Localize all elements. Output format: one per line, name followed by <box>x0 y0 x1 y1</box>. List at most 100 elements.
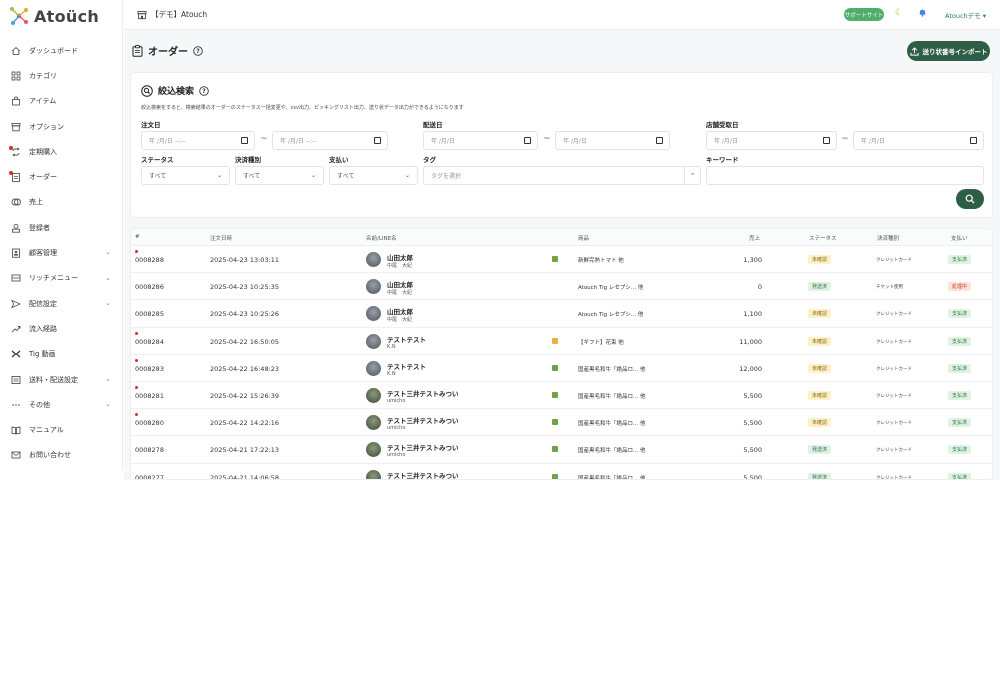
sidebar-item-16[interactable]: お問い合わせ <box>0 443 122 468</box>
sidebar-item-label: 売上 <box>29 198 43 207</box>
help-icon[interactable]: ? <box>193 45 203 56</box>
sidebar-item-15[interactable]: マニュアル <box>0 417 122 442</box>
order-id[interactable]: 0008285 <box>135 310 164 318</box>
calendar-icon <box>823 137 830 144</box>
col-payment-type[interactable]: 決済種別 <box>877 234 899 242</box>
sidebar-item-4[interactable]: 定期購入 <box>0 139 122 164</box>
table-row[interactable]: 0008278 2025-04-21 17:22:13 テスト三井テストみつい umi… <box>131 436 992 464</box>
sidebar-item-8[interactable]: 顧客管理 ⌄ <box>0 240 122 265</box>
video-icon <box>11 349 21 359</box>
delivery-date-to-input[interactable]: 年 /月/日 <box>555 131 670 150</box>
customer-name[interactable]: テスト三井テストみつい <box>387 415 459 425</box>
order-id[interactable]: 0008286 <box>135 283 164 291</box>
search-button[interactable] <box>956 189 984 209</box>
table-row[interactable]: 0008281 2025-04-22 15:26:39 テスト三井テストみつい umi… <box>131 382 992 410</box>
svg-text:?: ? <box>202 88 206 95</box>
payment-method: クレジットカード <box>876 339 912 345</box>
order-date-label: 注文日 <box>141 121 161 129</box>
order-date-to-input[interactable]: 年 /月/日 --:-- <box>272 131 388 150</box>
sidebar-item-13[interactable]: 送料・配送設定 ⌄ <box>0 367 122 392</box>
page-header: オーダー ? <box>132 43 203 58</box>
payment-select-value: すべて <box>337 173 355 180</box>
send-icon <box>11 299 21 309</box>
table-row[interactable]: 0008285 2025-04-23 10:25:26 山田太郎 中尾 大紀 Atouc… <box>131 300 992 328</box>
customer-name[interactable]: テスト三井テストみつい <box>387 442 459 452</box>
sidebar-item-3[interactable]: オプション <box>0 114 122 139</box>
chevron-down-icon: ⌄ <box>105 248 111 257</box>
status-select[interactable]: すべて ⌄ <box>141 166 230 185</box>
customer-name[interactable]: 山田太郎 <box>387 279 413 289</box>
calendar-icon <box>970 137 977 144</box>
pickup-date-to-input[interactable]: 年 /月/日 <box>853 131 984 150</box>
sidebar-nav: ダッシュボード カテゴリ アイテム オプション 定期購入 オーダー売上登録者顧客管理 ⌄ リッ… <box>0 38 122 468</box>
sidebar-item-5[interactable]: オーダー <box>0 164 122 189</box>
table-row[interactable]: 0008288 2025-04-23 13:03:11 山田太郎 中尾 大紀 新鮮完熟ト… <box>131 246 992 274</box>
sidebar-item-14[interactable]: その他 ⌄ <box>0 392 122 417</box>
order-id[interactable]: 0008278 <box>135 446 164 454</box>
order-id[interactable]: 0008280 <box>135 419 164 427</box>
sidebar-item-0[interactable]: ダッシュボード <box>0 38 122 63</box>
col-id[interactable]: # <box>135 234 140 240</box>
user-menu[interactable]: Atouchデモ ▾ <box>945 10 986 20</box>
customer-name[interactable]: 山田太郎 <box>387 252 413 262</box>
customer-name[interactable]: テストテスト <box>387 334 426 344</box>
col-date[interactable]: 注文日時 <box>210 234 232 242</box>
status-label: ステータス <box>141 156 174 164</box>
grid-icon <box>11 71 21 81</box>
customer-name[interactable]: テストテスト <box>387 361 426 371</box>
product-name: 国産黒毛和牛「絶品ロ... 他 <box>578 448 646 455</box>
pickup-date-tilde: ~ <box>841 134 849 144</box>
customer-name[interactable]: テスト三井テストみつい <box>387 470 459 480</box>
help-icon[interactable]: ? <box>199 85 209 96</box>
col-status[interactable]: ステータス <box>809 234 837 242</box>
keyword-input[interactable] <box>706 166 984 185</box>
sidebar-item-6[interactable]: 売上 <box>0 190 122 215</box>
chevron-up-icon: ⌃ <box>684 167 700 184</box>
customer-name[interactable]: テスト三井テストみつい <box>387 388 459 398</box>
logo[interactable]: Atoüch <box>0 0 122 32</box>
order-date-from-input[interactable]: 年 /月/日 --:-- <box>141 131 255 150</box>
sidebar-item-7[interactable]: 登録者 <box>0 215 122 240</box>
import-tracking-button[interactable]: 送り状番号インポート <box>907 41 990 61</box>
tag-icon <box>552 337 558 344</box>
col-product[interactable]: 商品 <box>578 234 589 242</box>
mail-icon <box>11 450 21 460</box>
support-site-button[interactable]: サポートサイト <box>844 8 884 21</box>
delivery-date-from-input[interactable]: 年 /月/日 <box>423 131 538 150</box>
unread-dot <box>135 331 138 335</box>
sidebar-item-9[interactable]: リッチメニュー ⌄ <box>0 266 122 291</box>
sidebar-item-label: 登録者 <box>29 223 50 232</box>
line-name: umicho <box>387 397 406 404</box>
sidebar-item-11[interactable]: 流入経路 <box>0 316 122 341</box>
col-sales[interactable]: 売上 <box>749 234 760 242</box>
order-id[interactable]: 0008288 <box>135 256 164 264</box>
payment-type-select[interactable]: すべて ⌄ <box>235 166 324 185</box>
sales-amount: 0 <box>757 283 762 292</box>
product-name: Atouch Tig レセプシ... 他 <box>578 312 644 319</box>
customer-name[interactable]: 山田太郎 <box>387 306 413 316</box>
moon-icon[interactable]: ☾ <box>895 8 903 18</box>
sidebar-item-10[interactable]: 配信設定 ⌄ <box>0 291 122 316</box>
order-id[interactable]: 0008277 <box>135 474 164 480</box>
order-id[interactable]: 0008284 <box>135 338 164 346</box>
table-row[interactable]: 0008283 2025-04-22 16:48:23 テストテスト K.N 国産黒毛和… <box>131 355 992 382</box>
table-row[interactable]: 0008277 2025-04-21 14:06:58 テスト三井テストみついumi… <box>131 464 992 480</box>
sidebar-item-2[interactable]: アイテム <box>0 89 122 114</box>
sidebar-item-12[interactable]: Tig 動画 <box>0 342 122 367</box>
sidebar-item-1[interactable]: カテゴリ <box>0 63 122 88</box>
col-payment[interactable]: 支払い <box>951 234 968 242</box>
col-name[interactable]: 名前/LINE名 <box>366 234 397 242</box>
shop-selector[interactable]: 【デモ】Atouch <box>137 9 207 20</box>
chevron-down-icon: ⌄ <box>216 172 222 179</box>
table-row[interactable]: 0008286 2025-04-23 10:25:35 山田太郎 中尾 大紀 Atouc… <box>131 273 992 301</box>
pickup-date-from-input[interactable]: 年 /月/日 <box>706 131 837 150</box>
table-row[interactable]: 0008284 2025-04-22 16:50:05 テストテスト K.N 【ギフト】… <box>131 328 992 355</box>
search-circle-icon <box>141 84 153 97</box>
table-row[interactable]: 0008280 2025-04-22 14:22:16 テスト三井テストみつい umi… <box>131 409 992 437</box>
payment-select[interactable]: すべて ⌄ <box>329 166 418 185</box>
order-id[interactable]: 0008283 <box>135 365 164 373</box>
bell-icon[interactable] <box>918 8 927 20</box>
tag-select[interactable]: タグを選択 ⌃ <box>423 166 701 185</box>
order-id[interactable]: 0008281 <box>135 392 164 400</box>
payment-type-select-value: すべて <box>243 173 261 180</box>
